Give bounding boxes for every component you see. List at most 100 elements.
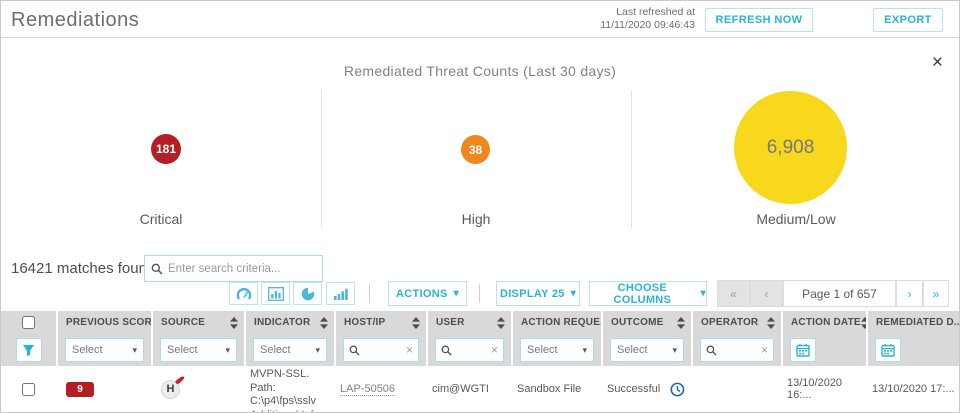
indicator-select[interactable]: Select ▾	[253, 338, 327, 362]
filter-operator: ×	[691, 334, 781, 366]
display-count-dropdown[interactable]: DISPLAY 25 ▾	[496, 281, 580, 306]
chevron-down-icon: ▾	[453, 288, 459, 299]
bar-chart-button[interactable]	[326, 282, 355, 305]
chevron-down-icon: ▾	[700, 288, 706, 299]
clear-icon[interactable]: ×	[491, 344, 498, 356]
table-row[interactable]: 9 H File: WG-MVPN-SSL. Path: C:\p4\fps\s…	[1, 366, 959, 412]
clear-icon[interactable]: ×	[761, 344, 768, 356]
medium-low-count-value: 6,908	[766, 136, 815, 158]
close-icon[interactable]: ×	[932, 53, 943, 72]
clear-icon[interactable]: ×	[406, 344, 413, 356]
remediations-table: PREVIOUS SCORE SOURCE INDICATOR HOST/IP	[1, 311, 959, 412]
filter-user: ×	[426, 334, 511, 366]
choose-columns-dropdown[interactable]: CHOOSE COLUMNS ▾	[589, 281, 707, 306]
host-ip-cell: LAP-50506	[334, 366, 426, 412]
gauge-chart-button[interactable]	[229, 282, 258, 305]
choose-columns-label: CHOOSE COLUMNS	[613, 281, 672, 306]
search-input[interactable]	[168, 262, 316, 275]
table-header-row: PREVIOUS SCORE SOURCE INDICATOR HOST/IP	[1, 311, 959, 334]
pagination-page-label: Page 1 of 657	[783, 280, 896, 307]
column-label: PREVIOUS SCORE	[66, 317, 151, 328]
operator-filter-input[interactable]	[721, 344, 757, 356]
remediated-date-picker-button[interactable]	[875, 338, 901, 362]
column-header-operator[interactable]: OPERATOR	[691, 311, 781, 334]
remediations-page: Remediations Last refreshed at 11/11/202…	[0, 0, 960, 413]
column-label: HOST/IP	[344, 317, 386, 328]
signal-bars-icon	[333, 288, 348, 300]
search-icon	[151, 263, 163, 275]
column-label: USER	[436, 317, 465, 328]
pagination-first-button[interactable]: «	[717, 280, 750, 307]
column-label: INDICATOR	[254, 317, 311, 328]
table-filter-row: Select ▾ Select ▾ Select ▾ × × Select ▾ …	[1, 334, 959, 366]
sort-both-icon	[767, 316, 775, 329]
host-ip-search-box: ×	[343, 338, 419, 362]
pagination-next-button[interactable]: ›	[896, 280, 923, 307]
user-filter-input[interactable]	[456, 344, 487, 356]
host-ip-link[interactable]: LAP-50506	[340, 383, 396, 396]
select-all-checkbox[interactable]	[22, 316, 35, 329]
user-search-box: ×	[435, 338, 504, 362]
row-checkbox[interactable]	[22, 382, 35, 396]
column-header-indicator[interactable]: INDICATOR	[244, 311, 334, 334]
export-button[interactable]: EXPORT	[873, 8, 943, 32]
column-label: OUTCOME	[611, 317, 664, 328]
threat-counts-panel: Remediated Threat Counts (Last 30 days) …	[1, 39, 959, 249]
action-requested-select[interactable]: Select ▾	[520, 338, 594, 362]
column-header-outcome[interactable]: OUTCOME	[601, 311, 691, 334]
filter-host-ip: ×	[334, 334, 426, 366]
select-value: Select	[617, 344, 648, 356]
column-header-action-requested[interactable]: ACTION REQUE...	[511, 311, 601, 334]
last-refreshed-label: Last refreshed at	[616, 6, 695, 18]
high-count-value: 38	[468, 142, 483, 157]
column-header-remediated-date[interactable]: REMEDIATED D...	[866, 311, 959, 334]
sort-both-icon	[677, 316, 685, 329]
column-label: ACTION REQUE...	[521, 317, 601, 328]
column-header-previous-score[interactable]: PREVIOUS SCORE	[56, 311, 151, 334]
medium-low-label: Medium/Low	[756, 211, 836, 227]
table-toolbar: ACTIONS ▾ DISPLAY 25 ▾ CHOOSE COLUMNS ▾ …	[1, 280, 959, 307]
panel-divider	[631, 90, 632, 228]
outcome-select[interactable]: Select ▾	[610, 338, 684, 362]
host-ip-filter-input[interactable]	[364, 344, 402, 356]
column-label: OPERATOR	[701, 317, 759, 328]
filter-funnel-icon	[22, 344, 35, 356]
row-select-cell	[1, 366, 56, 412]
pagination-prev-button[interactable]: ‹	[750, 280, 783, 307]
refresh-now-button[interactable]: REFRESH NOW	[705, 8, 813, 32]
bar-chart-framed-icon	[267, 286, 284, 301]
source-select[interactable]: Select ▾	[160, 338, 237, 362]
column-header-host-ip[interactable]: HOST/IP	[334, 311, 426, 334]
source-flag-icon	[174, 374, 186, 385]
pie-chart-button[interactable]	[293, 282, 322, 305]
additional-info-link[interactable]: Additional Info	[250, 409, 320, 412]
previous-score-select[interactable]: Select ▾	[65, 338, 144, 362]
select-value: Select	[167, 344, 198, 356]
page-title: Remediations	[11, 9, 140, 31]
chevron-down-icon: ▾	[582, 344, 587, 355]
score-badge: 9	[66, 381, 94, 397]
sort-both-icon	[412, 316, 420, 329]
actions-dropdown[interactable]: ACTIONS ▾	[388, 281, 467, 306]
search-icon	[441, 345, 452, 356]
high-label: High	[461, 211, 491, 227]
action-date-picker-button[interactable]	[790, 338, 816, 362]
column-header-user[interactable]: USER	[426, 311, 511, 334]
global-search-box	[144, 255, 323, 282]
filter-previous-score: Select ▾	[56, 334, 151, 366]
filter-remediated-date	[866, 334, 959, 366]
clock-icon[interactable]	[670, 382, 685, 397]
column-header-action-date[interactable]: ACTION DATE	[781, 311, 866, 334]
outcome-cell: Successful	[601, 366, 691, 412]
action-date-cell: 13/10/2020 16:...	[787, 377, 843, 401]
last-refreshed: Last refreshed at 11/11/2020 09:46:43	[585, 6, 695, 32]
last-refreshed-value: 11/11/2020 09:46:43	[600, 19, 695, 31]
indicator-cell: File: WG-MVPN-SSL. Path: C:\p4\fps\sslv …	[244, 366, 334, 412]
histogram-chart-button[interactable]	[261, 282, 290, 305]
filter-indicator: Select ▾	[244, 334, 334, 366]
calendar-icon	[881, 343, 895, 357]
column-header-source[interactable]: SOURCE	[151, 311, 244, 334]
filter-toggle-button[interactable]	[15, 338, 42, 362]
host-sensor-icon: H	[161, 374, 186, 399]
pagination-last-button[interactable]: »	[923, 280, 949, 307]
